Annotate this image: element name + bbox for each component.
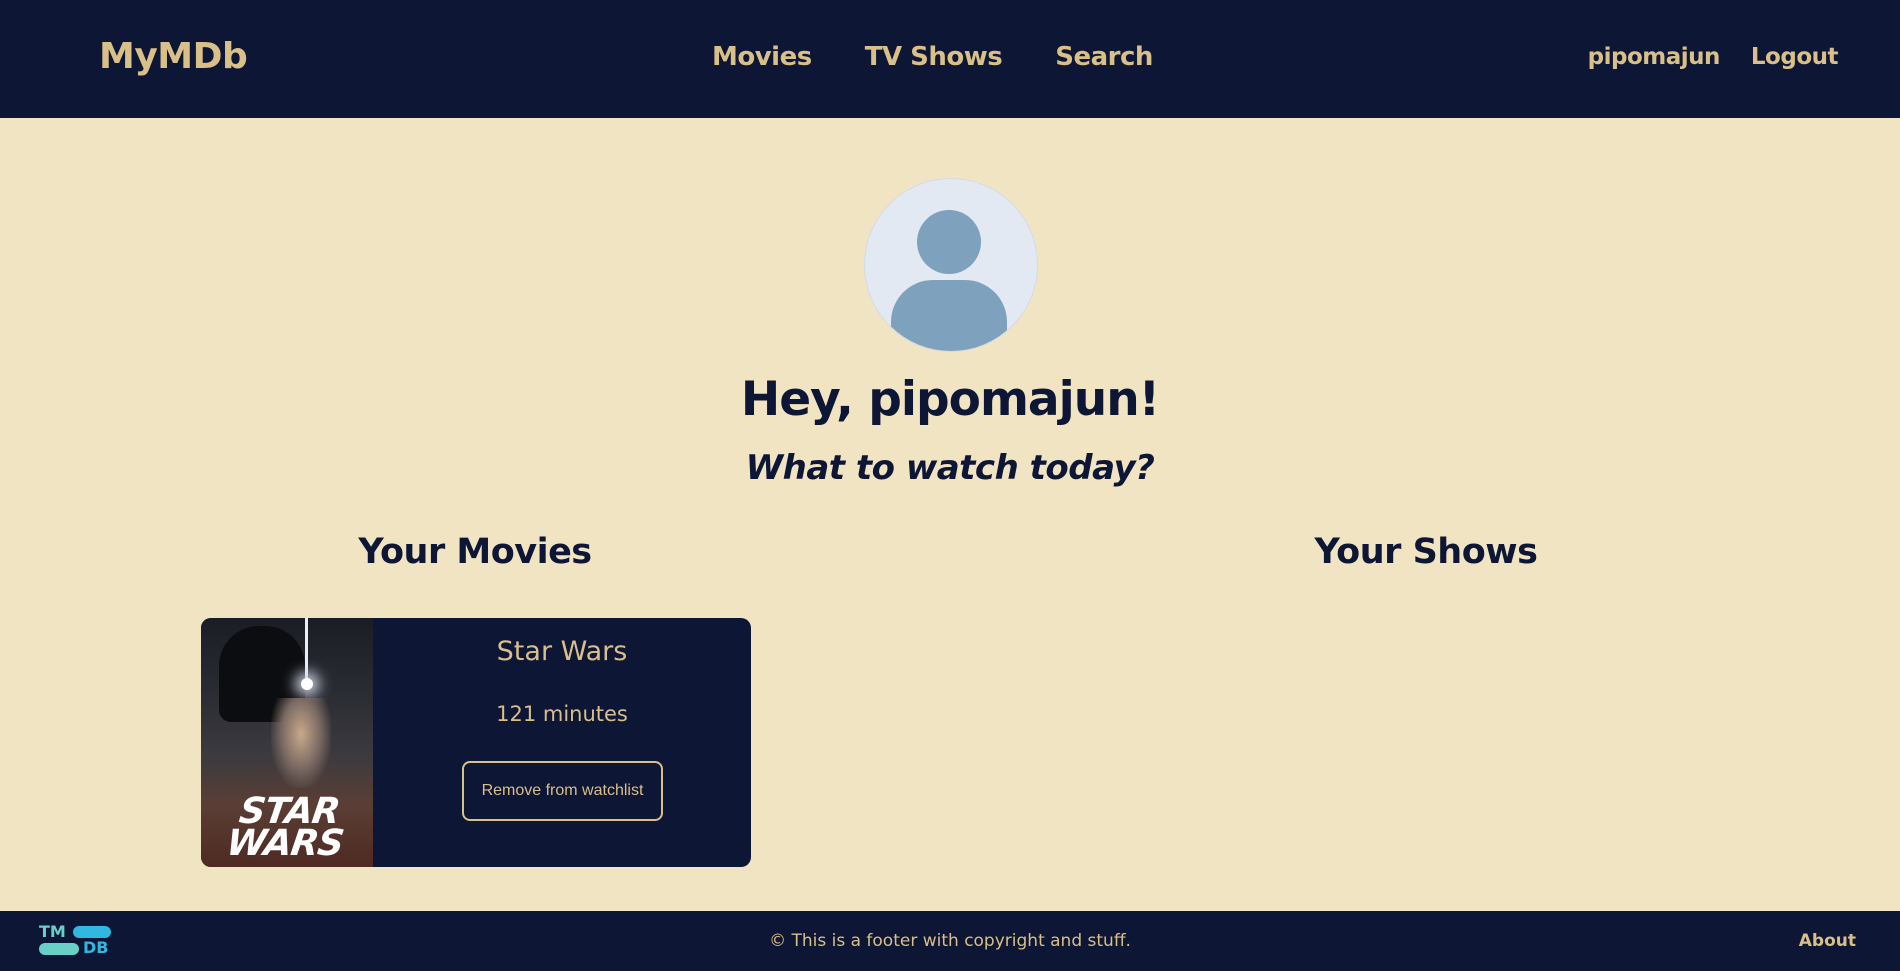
user-nav: pipomajun Logout bbox=[1588, 44, 1839, 70]
nav-movies[interactable]: Movies bbox=[712, 42, 812, 72]
brand-logo[interactable]: MyMDb bbox=[99, 36, 248, 77]
tagline: What to watch today? bbox=[745, 448, 1155, 488]
shows-section-title: Your Shows bbox=[1314, 532, 1538, 572]
poster-figures bbox=[271, 698, 331, 788]
poster-logo: STAR WARS bbox=[223, 791, 346, 864]
copyright-text: © This is a footer with copyright and st… bbox=[769, 931, 1131, 951]
logout-link[interactable]: Logout bbox=[1751, 44, 1839, 70]
avatar-shoulders bbox=[891, 280, 1007, 351]
movie-runtime: 121 minutes bbox=[496, 702, 628, 726]
movie-title[interactable]: Star Wars bbox=[373, 636, 751, 667]
greeting-heading: Hey, pipomajun! bbox=[740, 372, 1160, 427]
footer: TM DB © This is a footer with copyright … bbox=[0, 911, 1900, 971]
top-navbar: MyMDb Movies TV Shows Search pipomajun L… bbox=[0, 0, 1900, 118]
poster-glow bbox=[301, 678, 313, 690]
about-link[interactable]: About bbox=[1799, 931, 1856, 951]
movie-poster[interactable]: STAR WARS bbox=[201, 618, 373, 867]
avatar-head bbox=[917, 210, 981, 274]
nav-tv-shows[interactable]: TV Shows bbox=[865, 42, 1003, 72]
movie-card: STAR WARS Star Wars 121 minutes Remove f… bbox=[201, 618, 751, 867]
nav-search[interactable]: Search bbox=[1055, 42, 1153, 72]
poster-beam bbox=[305, 618, 308, 684]
movies-section-title: Your Movies bbox=[358, 532, 592, 572]
avatar-icon bbox=[864, 178, 1038, 352]
remove-from-watchlist-button[interactable]: Remove from watchlist bbox=[462, 761, 663, 821]
username-link[interactable]: pipomajun bbox=[1588, 44, 1721, 70]
main-nav: Movies TV Shows Search bbox=[712, 42, 1206, 72]
